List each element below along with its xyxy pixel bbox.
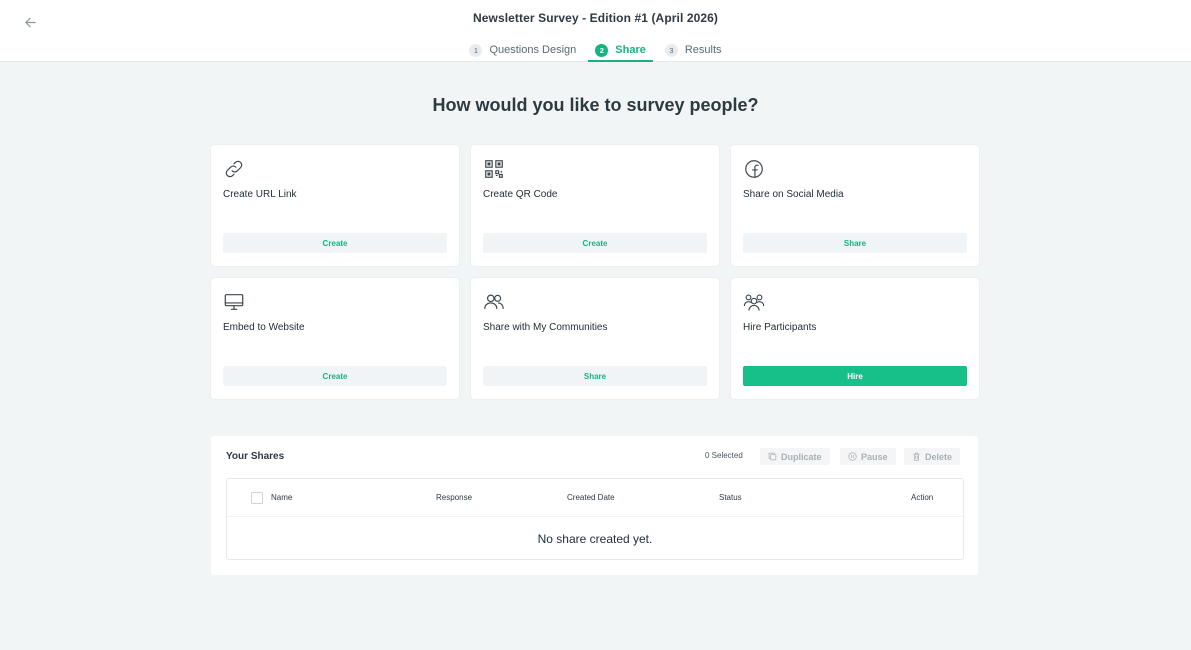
card-qr-code: Create QR Code Create	[471, 145, 719, 266]
share-social-media-button[interactable]: Share	[743, 233, 967, 253]
tab-share[interactable]: 2 Share	[588, 38, 653, 62]
page-heading: How would you like to survey people?	[432, 95, 759, 115]
card-label: Hire Participants	[743, 322, 817, 333]
create-url-link-button[interactable]: Create	[223, 233, 447, 253]
pause-icon	[848, 452, 857, 461]
table-header: Name Response Created Date Status Action	[227, 479, 963, 517]
card-communities: Share with My Communities Share	[471, 278, 719, 399]
step-number: 1	[469, 43, 483, 57]
top-bar: Newsletter Survey - Edition #1 (April 20…	[0, 0, 1191, 62]
share-options-grid: Create URL Link Create Create QR Code Cr…	[211, 145, 979, 399]
card-label: Share on Social Media	[743, 189, 844, 200]
step-label: Share	[615, 44, 646, 56]
card-label: Embed to Website	[223, 322, 305, 333]
column-action: Action	[911, 493, 934, 502]
step-number: 2	[595, 43, 609, 57]
step-number: 3	[664, 43, 678, 57]
shares-table: Name Response Created Date Status Action…	[226, 478, 964, 560]
shares-title: Your Shares	[226, 451, 285, 462]
card-embed-website: Embed to Website Create	[211, 278, 459, 399]
card-label: Create URL Link	[223, 189, 297, 200]
column-name: Name	[271, 493, 293, 502]
embed-website-button[interactable]: Create	[223, 366, 447, 386]
card-label: Create QR Code	[483, 189, 558, 200]
card-url-link: Create URL Link Create	[211, 145, 459, 266]
card-social-media: Share on Social Media Share	[731, 145, 979, 266]
duplicate-button[interactable]: Duplicate	[760, 448, 830, 465]
hire-participants-button[interactable]: Hire	[743, 366, 967, 386]
pause-button[interactable]: Pause	[840, 448, 896, 465]
survey-title: Newsletter Survey - Edition #1 (April 20…	[472, 11, 719, 25]
link-icon	[225, 160, 243, 178]
create-qr-code-button[interactable]: Create	[483, 233, 707, 253]
empty-state-message: No share created yet.	[537, 532, 653, 546]
users-icon	[484, 294, 504, 310]
pause-label: Pause	[861, 451, 888, 462]
card-label: Share with My Communities	[483, 322, 608, 333]
column-created-date: Created Date	[567, 493, 615, 502]
tab-results[interactable]: 3 Results	[658, 38, 729, 62]
column-status: Status	[719, 493, 742, 502]
group-icon	[743, 294, 765, 311]
monitor-icon	[224, 294, 244, 310]
duplicate-label: Duplicate	[781, 451, 822, 462]
tab-questions-design[interactable]: 1 Questions Design	[462, 38, 583, 62]
select-all-checkbox[interactable]	[251, 492, 263, 504]
trash-icon	[913, 452, 920, 461]
step-label: Results	[684, 44, 722, 56]
facebook-icon	[745, 160, 763, 178]
copy-icon	[768, 452, 777, 461]
delete-label: Delete	[925, 451, 953, 462]
delete-button[interactable]: Delete	[904, 448, 961, 465]
share-communities-button[interactable]: Share	[483, 366, 707, 386]
step-tabs: 1 Questions Design 2 Share 3 Results	[0, 38, 1191, 62]
step-label: Questions Design	[489, 44, 577, 56]
your-shares-panel: Your Shares 0 Selected Duplicate Pause D…	[211, 436, 978, 575]
qr-code-icon	[485, 160, 503, 178]
column-response: Response	[436, 493, 473, 502]
card-hire-participants: Hire Participants Hire	[731, 278, 979, 399]
selected-count: 0 Selected	[705, 451, 743, 460]
